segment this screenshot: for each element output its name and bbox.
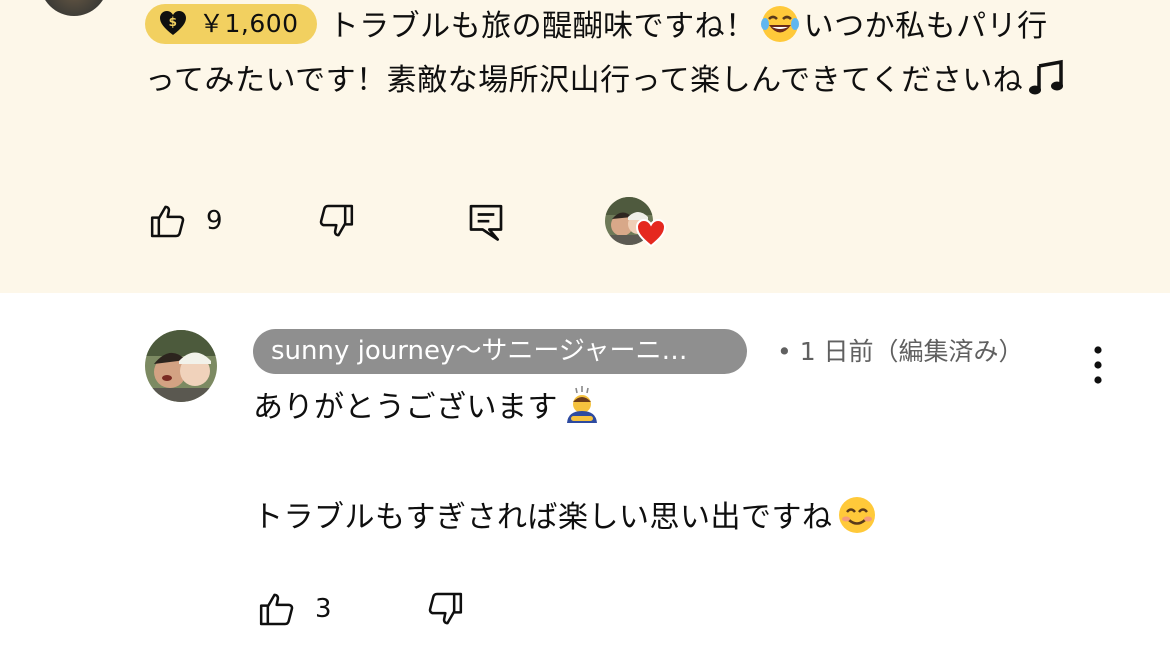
reply-dislike-button[interactable] [425,589,465,629]
reply-line-1: ありがとうございます [253,381,1133,435]
creator-heart [605,197,667,253]
thumb-down-icon [428,592,463,625]
comment-thread: $ ￥1,600 トラブルも旅の醍醐味ですね！ いつか私もパリ行ってみたいです！素敵な… [0,0,1170,670]
super-thanks-chip: $ ￥1,600 [145,4,317,44]
super-thanks-comment: $ ￥1,600 トラブルも旅の醍醐味ですね！ いつか私もパリ行ってみたいです！素敵な… [0,0,1170,293]
reply-author-avatar[interactable] [145,330,217,402]
reply-timestamp: • 1 日前（編集済み） [777,337,1024,366]
face-with-tears-of-joy-emoji [760,6,799,42]
reply-line-1-text: ありがとうございます [253,390,558,425]
reply-author-name[interactable]: sunny journey～サニージャーニ… [253,329,747,374]
reply-line-2: トラブルもすぎされば楽しい思い出ですね [253,491,1133,545]
thumb-down-icon [319,204,354,237]
smiling-face-emoji [838,497,875,533]
svg-text:$: $ [169,15,178,29]
reply-button[interactable] [466,201,506,243]
thumb-up-icon [259,593,294,626]
musical-notes-emoji [1029,59,1064,95]
reply-body: ありがとうございます トラブルもすぎされば楽しい思い出ですね [253,381,1133,545]
red-heart-icon [635,218,667,248]
like-button[interactable]: 9 [148,201,223,241]
reply-like-button[interactable]: 3 [257,589,332,629]
reply-like-count: 3 [315,594,332,624]
like-count: 9 [206,206,223,236]
commenter-avatar[interactable] [40,0,108,16]
comment-reply-icon [469,204,503,241]
dislike-button[interactable] [316,201,356,241]
bowing-person-emoji [567,386,597,423]
comment-text-part1: トラブルも旅の醍醐味ですね！ [328,9,756,44]
chip-amount: ￥1,600 [199,9,299,38]
reply-line-2-text: トラブルもすぎされば楽しい思い出ですね [253,500,833,535]
money-heart-icon: $ [160,11,186,35]
thumb-up-icon [150,205,185,238]
super-comment-body: $ ￥1,600 トラブルも旅の醍醐味ですね！ いつか私もパリ行ってみたいです！素敵な… [145,0,1075,108]
